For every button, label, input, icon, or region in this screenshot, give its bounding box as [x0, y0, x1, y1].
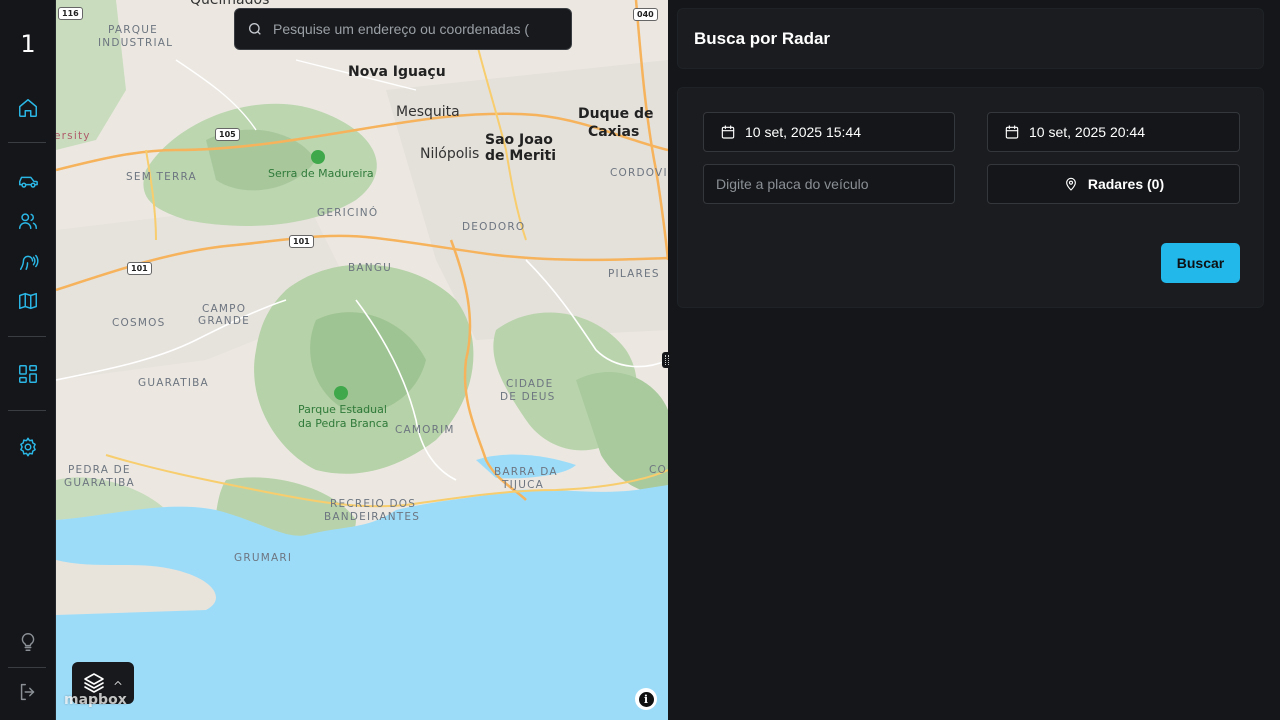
panel-resize-handle[interactable]: [662, 352, 672, 368]
highway-shield: 105: [215, 128, 240, 141]
map-label: de Meriti: [485, 148, 557, 164]
info-icon: i: [638, 691, 654, 707]
map-label: CO: [649, 464, 667, 476]
map-label: CAMPO: [202, 303, 247, 315]
map-label: PEDRA DE: [68, 464, 131, 476]
end-date-picker[interactable]: 10 set, 2025 20:44: [987, 112, 1240, 152]
start-date-picker[interactable]: 10 set, 2025 15:44: [703, 112, 955, 152]
map-label: PARQUE: [108, 24, 158, 36]
sidebar-divider: [8, 410, 46, 411]
gear-icon[interactable]: [14, 433, 42, 461]
dashboard-icon[interactable]: [14, 360, 42, 388]
highway-shield: 040: [633, 8, 658, 21]
users-icon[interactable]: [14, 207, 42, 235]
sidebar: 1: [0, 0, 56, 720]
map-label: BARRA DA: [494, 466, 558, 478]
calendar-icon: [721, 125, 735, 139]
radars-select-button[interactable]: Radares (0): [987, 164, 1240, 204]
panel-header: Busca por Radar: [677, 8, 1264, 69]
calendar-icon: [1005, 125, 1019, 139]
map-label: CORDOVIL: [610, 167, 668, 179]
map-label: Mesquita: [396, 104, 460, 120]
lightbulb-icon[interactable]: [14, 628, 42, 656]
map-label: GERICINÓ: [317, 207, 379, 219]
radars-label: Radares (0): [1087, 176, 1165, 192]
car-icon[interactable]: [14, 167, 42, 195]
map-label: Sao Joao: [485, 132, 553, 148]
plate-field[interactable]: [703, 164, 955, 204]
map-label: Queimados: [190, 0, 270, 8]
chevron-up-icon: [114, 681, 122, 685]
highway-shield: 101: [289, 235, 314, 248]
map-label: GUARATIBA: [64, 477, 135, 489]
search-button[interactable]: Buscar: [1161, 243, 1240, 283]
map-base-layer: [56, 0, 668, 720]
map-label: CIDADE: [506, 378, 554, 390]
page-title: Busca por Radar: [694, 29, 831, 48]
plate-input[interactable]: [716, 176, 936, 192]
map-label: DEODORO: [462, 221, 526, 233]
mapbox-logo[interactable]: mapbox: [64, 692, 127, 708]
app-root: 1 Queimados PARQUE INDUSTRIAL Nova Iguaç…: [0, 0, 1280, 720]
search-icon: [249, 23, 261, 35]
app-logo: 1: [20, 30, 36, 58]
map-label: CAMORIM: [395, 424, 455, 436]
sidebar-divider: [8, 336, 46, 337]
map-label: Nova Iguaçu: [348, 64, 446, 80]
map-label: da Pedra Branca: [298, 417, 389, 430]
map-label: ersity: [56, 130, 91, 142]
map-label: Caxias: [588, 124, 640, 140]
attribution-info-button[interactable]: i: [635, 688, 657, 710]
map-label: PILARES: [608, 268, 660, 280]
map-label: BANDEIRANTES: [324, 511, 421, 523]
logout-icon[interactable]: [14, 678, 42, 706]
map-label: RECREIO DOS: [330, 498, 417, 510]
map-label: TIJUCA: [502, 479, 545, 491]
drag-grip-icon: [665, 355, 669, 365]
home-icon[interactable]: [14, 94, 42, 122]
map-search-box[interactable]: [234, 8, 572, 50]
sidebar-divider: [8, 667, 46, 668]
map-label: COSMOS: [112, 317, 166, 329]
map-label: Parque Estadual: [298, 403, 387, 416]
map-label: DE DEUS: [500, 391, 556, 403]
end-date-value: 10 set, 2025 20:44: [1029, 124, 1145, 140]
highway-shield: 101: [127, 262, 152, 275]
map-label: INDUSTRIAL: [98, 37, 174, 49]
radar-icon[interactable]: [14, 247, 42, 275]
map-search-input[interactable]: [273, 21, 553, 37]
start-date-value: 10 set, 2025 15:44: [745, 124, 861, 140]
map-label: Duque de: [578, 106, 654, 122]
map-label: GRUMARI: [234, 552, 293, 564]
map-label: Serra de Madureira: [268, 167, 374, 180]
map-label: Nilópolis: [420, 146, 480, 162]
map-label: SEM TERRA: [126, 171, 197, 183]
map-label: GRANDE: [198, 315, 250, 327]
map-icon[interactable]: [14, 287, 42, 315]
sidebar-divider: [8, 142, 46, 143]
map-view[interactable]: Queimados PARQUE INDUSTRIAL Nova Iguaçu …: [56, 0, 668, 720]
map-label: GUARATIBA: [138, 377, 209, 389]
map-pin-icon: [1065, 177, 1076, 191]
radar-search-form: 10 set, 2025 15:44 10 set, 2025 20:44 Ra…: [677, 87, 1264, 308]
highway-shield: 116: [58, 7, 83, 20]
map-label: BANGU: [348, 262, 393, 274]
